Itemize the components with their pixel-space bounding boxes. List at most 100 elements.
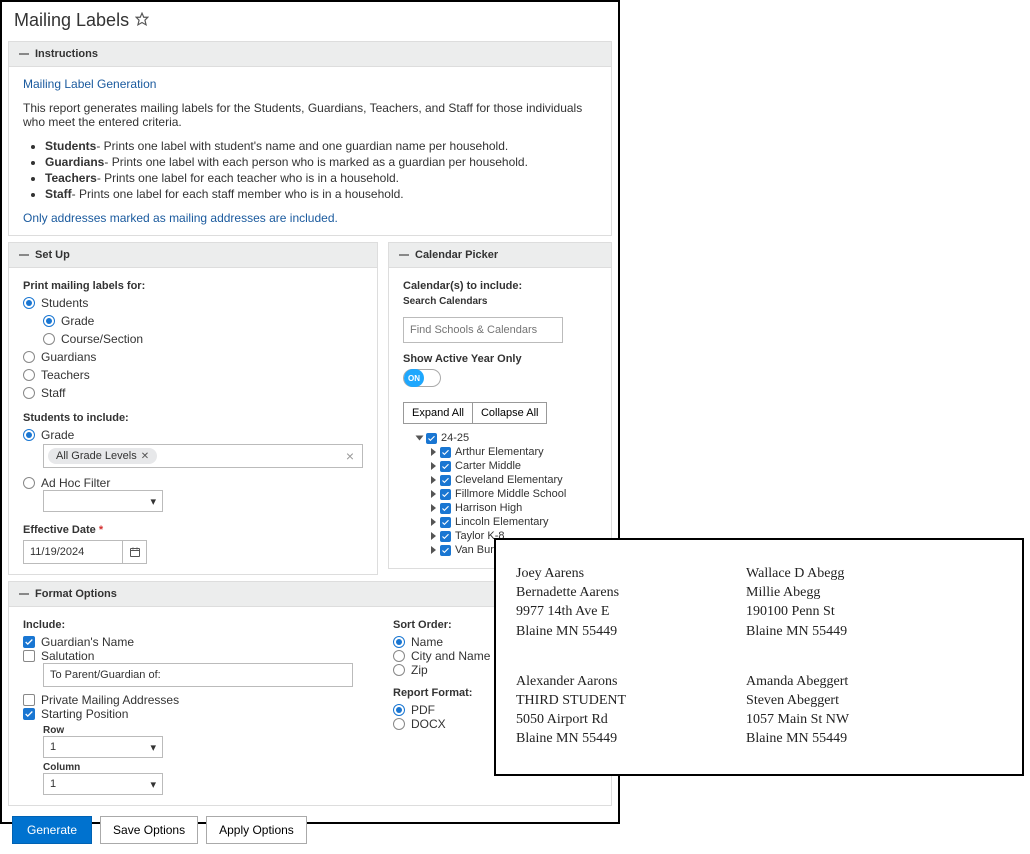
calendar-title: Calendar Picker — [415, 249, 498, 261]
tree-school-row[interactable]: Lincoln Elementary — [403, 516, 597, 528]
setup-body: Print mailing labels for: Students Grade… — [8, 268, 378, 575]
school-name: Cleveland Elementary — [455, 474, 563, 486]
favorite-star-icon[interactable] — [135, 10, 149, 31]
tree-year-row[interactable]: 24-25 — [403, 432, 597, 444]
mailing-label: Wallace D AbeggMillie Abegg190100 Penn S… — [746, 564, 849, 642]
generate-button[interactable]: Generate — [12, 816, 92, 844]
grade-levels-input[interactable]: All Grade Levels ✕ × — [43, 444, 363, 468]
caret-right-icon — [431, 518, 436, 526]
caret-right-icon — [431, 546, 436, 554]
collapse-icon — [399, 254, 409, 256]
instructions-bullets: Students- Prints one label with student'… — [23, 139, 597, 201]
setup-section-header[interactable]: Set Up — [8, 242, 378, 268]
column-select[interactable]: 1▾ — [43, 773, 163, 795]
labels-preview: Joey AarensBernadette Aarens9977 14th Av… — [494, 538, 1024, 776]
checkbox-icon[interactable] — [440, 475, 451, 486]
caret-right-icon — [431, 462, 436, 470]
active-year-label: Show Active Year Only — [403, 353, 597, 365]
check-starting-position[interactable]: Starting Position — [23, 707, 353, 721]
mailing-label: Amanda AbeggertSteven Abeggert1057 Main … — [746, 672, 849, 750]
chevron-down-icon: ▾ — [150, 778, 156, 791]
collapse-icon — [19, 53, 29, 55]
instructions-title: Instructions — [35, 48, 98, 60]
instructions-description: This report generates mailing labels for… — [23, 101, 597, 129]
school-name: Fillmore Middle School — [455, 488, 566, 500]
list-item: Guardians- Prints one label with each pe… — [45, 155, 597, 169]
salutation-input[interactable]: To Parent/Guardian of: — [43, 663, 353, 687]
list-item: Students- Prints one label with student'… — [45, 139, 597, 153]
radio-include-grade[interactable]: Grade — [23, 428, 363, 442]
list-item: Teachers- Prints one label for each teac… — [45, 171, 597, 185]
mailing-label: Joey AarensBernadette Aarens9977 14th Av… — [516, 564, 626, 642]
checkbox-icon[interactable] — [426, 433, 437, 444]
tree-school-row[interactable]: Arthur Elementary — [403, 446, 597, 458]
page-title: Mailing Labels — [14, 10, 129, 31]
footer-buttons: Generate Save Options Apply Options — [2, 806, 618, 854]
format-title: Format Options — [35, 588, 117, 600]
radio-students[interactable]: Students — [23, 296, 363, 310]
students-include-label: Students to include: — [23, 412, 363, 424]
mailing-label: Alexander AaronsTHIRD STUDENT5050 Airpor… — [516, 672, 626, 750]
print-for-label: Print mailing labels for: — [23, 280, 363, 292]
column-label: Column — [43, 762, 353, 773]
setup-title: Set Up — [35, 249, 70, 261]
tree-school-row[interactable]: Cleveland Elementary — [403, 474, 597, 486]
caret-right-icon — [431, 448, 436, 456]
instructions-body: Mailing Label Generation This report gen… — [8, 67, 612, 236]
save-options-button[interactable]: Save Options — [100, 816, 198, 844]
tree-school-row[interactable]: Harrison High — [403, 502, 597, 514]
page-title-bar: Mailing Labels — [2, 2, 618, 35]
checkbox-icon[interactable] — [440, 461, 451, 472]
expand-all-button[interactable]: Expand All — [403, 402, 472, 424]
include-label: Include: — [23, 619, 353, 631]
radio-staff[interactable]: Staff — [23, 386, 363, 400]
caret-right-icon — [431, 476, 436, 484]
instructions-note: Only addresses marked as mailing address… — [23, 211, 597, 225]
school-name: Carter Middle — [455, 460, 521, 472]
checkbox-icon[interactable] — [440, 517, 451, 528]
school-name: Arthur Elementary — [455, 446, 544, 458]
apply-options-button[interactable]: Apply Options — [206, 816, 307, 844]
radio-guardians[interactable]: Guardians — [23, 350, 363, 364]
checkbox-icon[interactable] — [440, 489, 451, 500]
tree-school-row[interactable]: Carter Middle — [403, 460, 597, 472]
row-select[interactable]: 1▾ — [43, 736, 163, 758]
calendar-body: Calendar(s) to include: Search Calendars… — [388, 268, 612, 569]
input-clear-icon[interactable]: × — [342, 448, 358, 464]
effective-date-input[interactable]: 11/19/2024 — [23, 540, 123, 564]
check-private-mail[interactable]: Private Mailing Addresses — [23, 693, 353, 707]
instructions-subtitle: Mailing Label Generation — [23, 77, 597, 91]
school-name: Lincoln Elementary — [455, 516, 549, 528]
effective-date-label: Effective Date * — [23, 524, 363, 536]
tree-school-row[interactable]: Fillmore Middle School — [403, 488, 597, 500]
search-calendars-input[interactable] — [403, 317, 563, 343]
radio-grade[interactable]: Grade — [43, 314, 363, 328]
instructions-section-header[interactable]: Instructions — [8, 41, 612, 67]
collapse-icon — [19, 593, 29, 595]
chevron-down-icon: ▾ — [150, 741, 156, 754]
calendar-icon[interactable] — [123, 540, 147, 564]
calendar-section-header[interactable]: Calendar Picker — [388, 242, 612, 268]
checkbox-icon[interactable] — [440, 503, 451, 514]
caret-down-icon — [416, 436, 424, 441]
row-label: Row — [43, 725, 353, 736]
grade-chip[interactable]: All Grade Levels ✕ — [48, 448, 157, 464]
check-guardian-name[interactable]: Guardian's Name — [23, 635, 353, 649]
collapse-icon — [19, 254, 29, 256]
list-item: Staff- Prints one label for each staff m… — [45, 187, 597, 201]
radio-teachers[interactable]: Teachers — [23, 368, 363, 382]
school-name: Harrison High — [455, 502, 522, 514]
checkbox-icon[interactable] — [440, 447, 451, 458]
collapse-all-button[interactable]: Collapse All — [472, 402, 547, 424]
checkbox-icon[interactable] — [440, 545, 451, 556]
adhoc-select[interactable]: ▾ — [43, 490, 163, 512]
caret-right-icon — [431, 504, 436, 512]
active-year-toggle[interactable]: ON — [403, 369, 441, 387]
chevron-down-icon: ▾ — [150, 495, 156, 508]
radio-course-section[interactable]: Course/Section — [43, 332, 363, 346]
checkbox-icon[interactable] — [440, 531, 451, 542]
radio-adhoc[interactable]: Ad Hoc Filter — [23, 476, 363, 490]
chip-remove-icon[interactable]: ✕ — [141, 451, 149, 462]
caret-right-icon — [431, 490, 436, 498]
check-salutation[interactable]: Salutation — [23, 649, 353, 663]
